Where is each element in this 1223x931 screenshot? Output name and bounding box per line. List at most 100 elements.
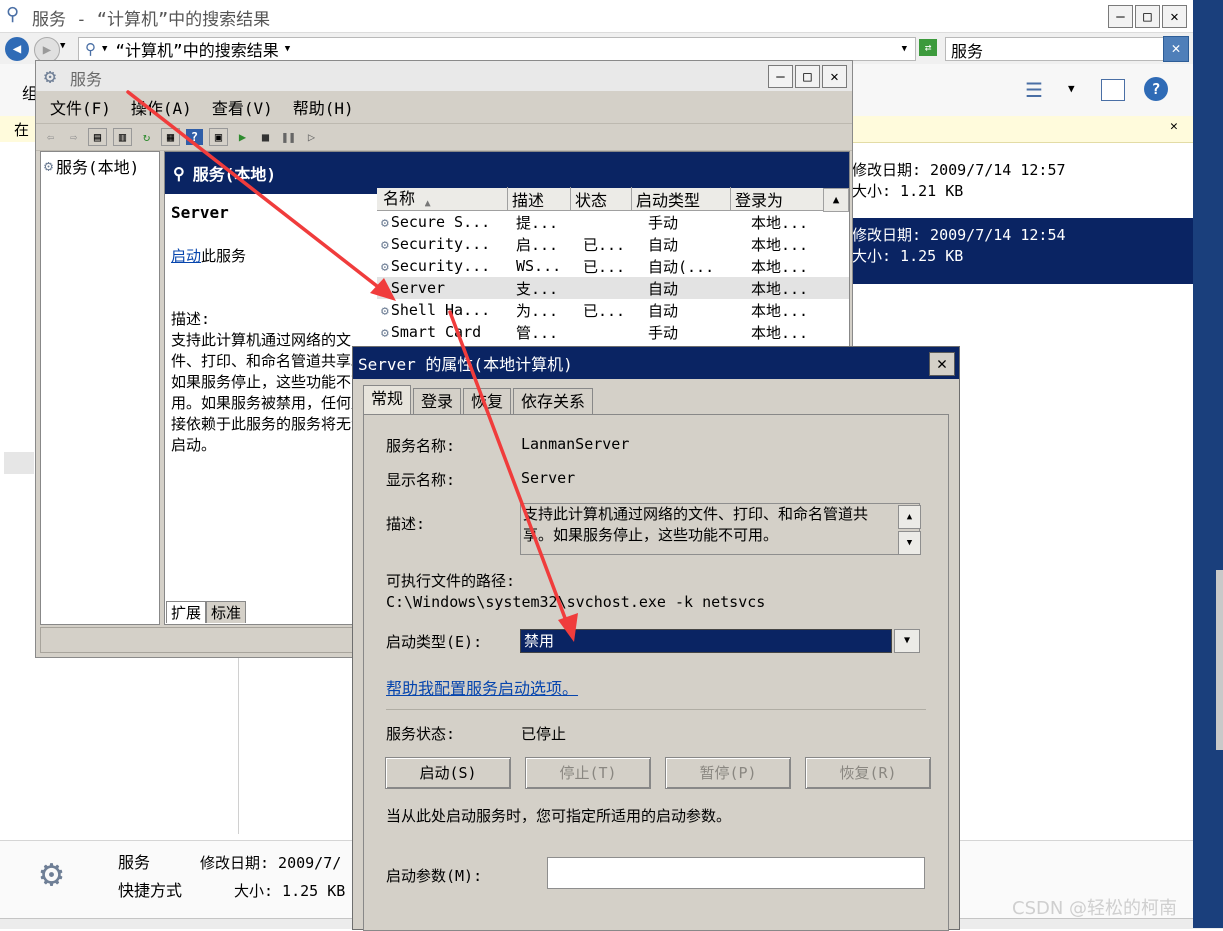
stop-service-icon[interactable]: ■ bbox=[257, 129, 274, 145]
scrollbar[interactable] bbox=[1216, 570, 1223, 750]
tab-extended[interactable]: 扩展 bbox=[166, 601, 207, 623]
description-text: 支持此计算机通过网络的文件、打印、和命名管道共享。如果服务停止，这些功能不可用。… bbox=[171, 331, 367, 454]
console-tree-icon[interactable]: ▤ bbox=[88, 128, 107, 146]
search-input[interactable]: 服务 bbox=[945, 37, 1168, 61]
scroll-up-button[interactable]: ▲ bbox=[898, 505, 921, 529]
description-scrollbar[interactable]: ▲ ▼ bbox=[898, 505, 921, 555]
menu-help[interactable]: 帮助(H) bbox=[293, 95, 354, 119]
scroll-up-button[interactable]: ▲ bbox=[823, 188, 849, 212]
view-options-icon[interactable]: ☰ bbox=[1025, 78, 1043, 102]
tab-standard[interactable]: 标准 bbox=[206, 601, 247, 623]
table-row[interactable]: ⚙ Secure S... 提... 手动 本地... bbox=[377, 211, 849, 233]
start-service-link[interactable]: 启动 bbox=[171, 247, 201, 265]
services-gear-icon: ⚙ bbox=[40, 851, 63, 895]
address-field[interactable]: ⚲ ▼ “计算机”中的搜索结果 ▼ ▼ bbox=[78, 37, 916, 61]
description-box[interactable]: 支持此计算机通过网络的文件、打印、和命名管道共享。如果服务停止，这些功能不可用。 bbox=[520, 503, 920, 555]
chevron-down-icon: ▼ bbox=[284, 44, 291, 54]
table-row[interactable]: ⚙ Security... WS... 已... 自动(... 本地... bbox=[377, 255, 849, 277]
refresh-icon[interactable]: ⇄ bbox=[919, 39, 937, 56]
service-gear-icon: ⚙ bbox=[381, 282, 389, 297]
details-type: 快捷方式 bbox=[118, 881, 183, 900]
table-row[interactable]: ⚙ Security... 启... 已... 自动 本地... bbox=[377, 233, 849, 255]
table-cell: Security... bbox=[390, 257, 491, 275]
list-rows: ⚙ Secure S... 提... 手动 本地... ⚙ Security... 启... 已… bbox=[377, 211, 849, 343]
startup-help-link[interactable]: 帮助我配置服务启动选项。 bbox=[386, 675, 578, 699]
startup-type-select[interactable]: 禁用 bbox=[520, 629, 892, 653]
back-button[interactable]: ◀ bbox=[5, 37, 29, 61]
file-modified: 修改日期: 2009/7/14 12:57 bbox=[852, 161, 1066, 179]
display-name-value[interactable]: Server bbox=[521, 469, 575, 487]
tab-logon[interactable]: 登录 bbox=[413, 387, 462, 414]
dialog-close-button[interactable]: ✕ bbox=[929, 352, 955, 376]
table-cell: Secure S... bbox=[390, 213, 491, 231]
start-params-input[interactable] bbox=[547, 857, 925, 889]
column-logon-as[interactable]: 登录为 bbox=[730, 187, 823, 211]
table-cell: 手动 bbox=[648, 213, 679, 232]
column-status[interactable]: 状态 bbox=[570, 187, 631, 211]
close-icon[interactable]: ✕ bbox=[1170, 119, 1178, 134]
help-icon[interactable]: ? bbox=[1144, 77, 1168, 101]
service-name-label: 服务名称: bbox=[386, 437, 456, 455]
menu-file[interactable]: 文件(F) bbox=[50, 95, 111, 119]
dialog-title-bar: Server 的属性(本地计算机) bbox=[353, 347, 959, 379]
menu-action[interactable]: 操作(A) bbox=[131, 95, 192, 119]
restart-service-icon[interactable]: ▷ bbox=[303, 129, 320, 145]
maximize-button[interactable]: □ bbox=[1135, 5, 1160, 28]
start-service-icon[interactable]: ▶ bbox=[234, 129, 251, 145]
clear-search-button[interactable]: ✕ bbox=[1163, 36, 1189, 62]
desktop-edge bbox=[1193, 0, 1223, 928]
minimize-button[interactable]: – bbox=[768, 65, 793, 88]
description-text: 支持此计算机通过网络的文件、打印、和命名管道共享。如果服务停止，这些功能不可用。 bbox=[523, 505, 869, 544]
table-cell: Smart Card bbox=[390, 323, 482, 341]
divider bbox=[386, 709, 926, 710]
back-arrow-icon[interactable]: ⇦ bbox=[42, 129, 59, 145]
properties-icon[interactable]: ▥ bbox=[113, 128, 132, 146]
selected-result-row[interactable]: 修改日期: 2009/7/14 12:54 大小: 1.25 KB bbox=[848, 218, 1193, 284]
resume-button[interactable]: 恢复(R) bbox=[805, 757, 931, 789]
services-toolbar: ⇦ ⇨ ▤ ▥ ↻ ▦ ? ▣ ▶ ■ ❚❚ ▷ bbox=[36, 123, 852, 151]
address-dropdown-icon[interactable]: ▼ bbox=[902, 44, 907, 54]
watermark: CSDN @轻松的柯南 bbox=[1012, 898, 1178, 919]
column-startup-type[interactable]: 启动类型 bbox=[631, 187, 730, 211]
help-icon[interactable]: ? bbox=[186, 129, 203, 145]
table-row[interactable]: ⚙ Smart Card 管... 手动 本地... bbox=[377, 321, 849, 343]
startup-type-value: 禁用 bbox=[524, 632, 555, 650]
scroll-down-button[interactable]: ▼ bbox=[898, 531, 921, 555]
column-description[interactable]: 描述 bbox=[507, 187, 570, 211]
chevron-down-icon[interactable]: ▼ bbox=[894, 629, 920, 653]
table-row[interactable]: ⚙ Server 支... 自动 本地... bbox=[377, 277, 849, 299]
table-row[interactable]: ⚙ Shell Ha... 为... 已... 自动 本地... bbox=[377, 299, 849, 321]
service-gear-icon: ⚙ bbox=[381, 216, 389, 231]
pause-service-icon[interactable]: ❚❚ bbox=[280, 129, 297, 145]
table-cell: 为... bbox=[516, 301, 559, 320]
service-status-value: 已停止 bbox=[521, 725, 567, 743]
refresh-icon[interactable]: ↻ bbox=[138, 129, 155, 145]
tab-recovery[interactable]: 恢复 bbox=[463, 387, 512, 414]
start-button[interactable]: 启动(S) bbox=[385, 757, 511, 789]
tree-item-services-local[interactable]: ⚙ 服务(本地) bbox=[41, 152, 159, 180]
close-button[interactable]: ✕ bbox=[822, 65, 847, 88]
table-cell: 已... bbox=[583, 301, 626, 320]
nav-selected-item[interactable] bbox=[4, 452, 34, 474]
column-name[interactable]: 名称 ▲ bbox=[377, 185, 507, 213]
selected-service-name: Server bbox=[171, 203, 229, 222]
table-cell: 自动 bbox=[648, 279, 679, 298]
service-gear-icon: ⚙ bbox=[381, 326, 389, 341]
chevron-down-icon[interactable]: ▼ bbox=[1068, 82, 1075, 95]
menu-view[interactable]: 查看(V) bbox=[212, 95, 273, 119]
history-dropdown-icon[interactable]: ▼ bbox=[60, 41, 65, 51]
chevron-down-icon: ▼ bbox=[102, 44, 108, 54]
show-hide-icon[interactable]: ▣ bbox=[209, 128, 228, 146]
export-icon[interactable]: ▦ bbox=[161, 128, 180, 146]
stop-button[interactable]: 停止(T) bbox=[525, 757, 651, 789]
console-tree: ⚙ 服务(本地) bbox=[40, 151, 160, 625]
forward-arrow-icon[interactable]: ⇨ bbox=[65, 129, 82, 145]
tab-dependencies[interactable]: 依存关系 bbox=[513, 387, 594, 414]
dialog-tabs: 常规 登录 恢复 依存关系 bbox=[363, 384, 595, 414]
minimize-button[interactable]: – bbox=[1108, 5, 1133, 28]
close-button[interactable]: ✕ bbox=[1162, 5, 1187, 28]
maximize-button[interactable]: □ bbox=[795, 65, 820, 88]
pause-button[interactable]: 暂停(P) bbox=[665, 757, 791, 789]
tab-general[interactable]: 常规 bbox=[363, 384, 412, 414]
preview-pane-icon[interactable] bbox=[1101, 79, 1125, 101]
